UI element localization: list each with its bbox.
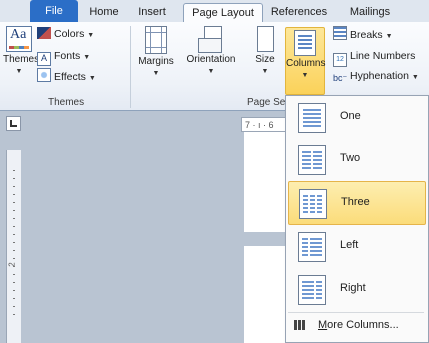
- left-column-icon: [298, 232, 326, 262]
- page-setup-group-label: Page Se: [247, 97, 286, 108]
- chevron-down-icon: ▼: [87, 32, 95, 39]
- chevron-down-icon: ▼: [261, 68, 269, 75]
- breaks-icon: [333, 26, 347, 40]
- menu-item-left[interactable]: Left: [288, 225, 424, 267]
- tab-file[interactable]: File: [30, 0, 78, 22]
- menu-item-label: One: [340, 110, 361, 122]
- orientation-button[interactable]: Orientation ▼: [179, 26, 243, 78]
- menu-item-one[interactable]: One: [288, 96, 424, 138]
- themes-label: Themes: [3, 54, 40, 65]
- chevron-down-icon: ▼: [301, 72, 309, 79]
- menu-item-right[interactable]: Right: [288, 268, 424, 310]
- effects-label: Effects: [54, 71, 86, 83]
- colors-label: Colors: [54, 28, 85, 40]
- vertical-ruler[interactable]: 2: [6, 150, 21, 343]
- menu-separator: [288, 312, 424, 313]
- hyphenation-label: Hyphenation: [350, 70, 409, 82]
- menu-item-label: Two: [340, 152, 361, 164]
- document-page-1[interactable]: [244, 132, 289, 232]
- columns-button[interactable]: Columns ▼: [285, 27, 325, 95]
- chevron-down-icon: ▼: [207, 68, 215, 75]
- margins-label: Margins: [138, 56, 174, 67]
- one-column-icon: [298, 103, 326, 133]
- chevron-down-icon: ▼: [83, 54, 91, 61]
- ruler-tab-selector[interactable]: [6, 116, 21, 131]
- orientation-label: Orientation: [186, 54, 236, 65]
- hyphenation-icon: bc⁻: [333, 73, 348, 83]
- hyphenation-button[interactable]: bc⁻ Hyphenation ▼: [333, 68, 419, 84]
- tab-insert[interactable]: Insert: [131, 3, 173, 22]
- more-columns-icon: [294, 320, 306, 330]
- colors-icon: [37, 27, 51, 39]
- columns-icon: [294, 30, 316, 56]
- size-icon: [255, 26, 275, 52]
- breaks-label: Breaks: [350, 29, 383, 41]
- fonts-icon: A: [37, 52, 51, 66]
- line-numbers-icon: 12: [333, 53, 347, 67]
- theme-fonts-button[interactable]: A Fonts ▼: [37, 48, 91, 66]
- breaks-button[interactable]: Breaks ▼: [333, 26, 393, 42]
- more-columns-label: More Columns...: [318, 319, 399, 331]
- chevron-down-icon: ▼: [15, 68, 23, 75]
- line-numbers-label: Line Numbers: [350, 50, 416, 62]
- margins-button[interactable]: Margins ▼: [134, 26, 178, 80]
- tab-references[interactable]: References: [263, 3, 335, 22]
- menu-item-two[interactable]: Two: [288, 138, 424, 180]
- document-page-2[interactable]: [244, 246, 289, 343]
- size-button[interactable]: Size ▼: [250, 26, 280, 78]
- orientation-icon: [198, 26, 224, 53]
- more-columns-item[interactable]: More Columns...: [288, 315, 424, 337]
- size-label: Size: [255, 54, 275, 65]
- chevron-down-icon: ▼: [88, 75, 96, 82]
- three-columns-icon: [299, 189, 327, 219]
- effects-icon: [37, 68, 51, 82]
- right-column-icon: [298, 275, 326, 305]
- line-numbers-button[interactable]: 12 Line Numbers: [333, 48, 416, 67]
- menu-item-three[interactable]: Three: [288, 181, 426, 225]
- columns-dropdown-menu: One Two Three Left Right More Columns...: [285, 95, 429, 343]
- themes-group-label: Themes: [48, 97, 85, 108]
- tab-home[interactable]: Home: [82, 3, 126, 22]
- chevron-down-icon: ▼: [385, 33, 393, 40]
- columns-label: Columns: [286, 58, 326, 69]
- menu-item-label: Left: [340, 239, 359, 251]
- two-columns-icon: [298, 145, 326, 175]
- theme-colors-button[interactable]: Colors ▼: [37, 26, 94, 42]
- ribbon-tab-strip: File Home Insert Page Layout References …: [0, 0, 429, 24]
- chevron-down-icon: ▼: [411, 74, 419, 81]
- fonts-label: Fonts: [54, 50, 81, 62]
- margins-icon: [145, 26, 167, 54]
- tab-mailings[interactable]: Mailings: [340, 3, 400, 22]
- menu-item-label: Three: [341, 196, 370, 208]
- tab-page-layout[interactable]: Page Layout: [183, 3, 263, 24]
- theme-effects-button[interactable]: Effects ▼: [37, 68, 96, 84]
- themes-icon: Aa: [6, 26, 32, 52]
- themes-button[interactable]: Aa Themes ▼: [3, 26, 40, 78]
- chevron-down-icon: ▼: [152, 70, 160, 77]
- menu-item-label: Right: [340, 282, 366, 294]
- group-separator: [130, 26, 131, 108]
